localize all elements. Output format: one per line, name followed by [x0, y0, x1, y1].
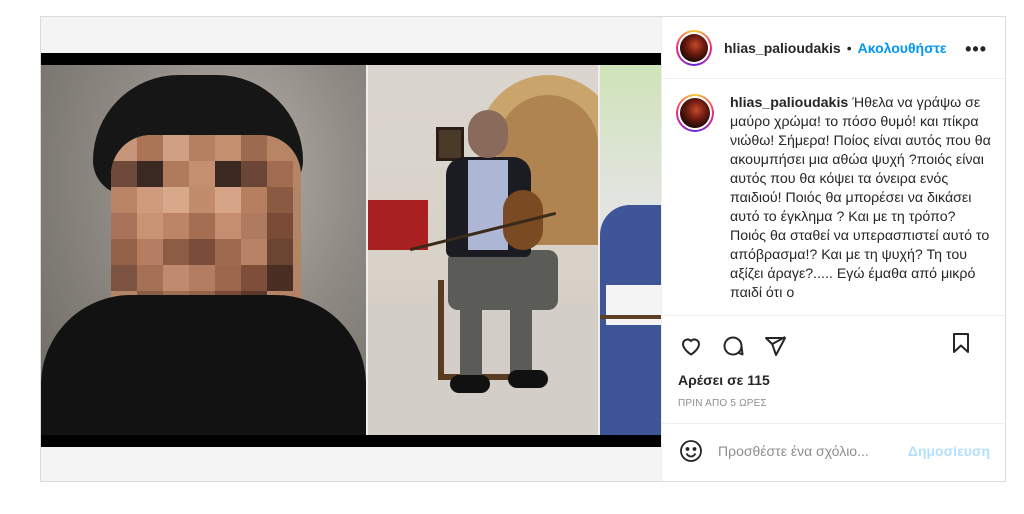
partial-photo-right — [600, 65, 661, 435]
caption-avatar[interactable] — [676, 94, 714, 132]
comment-bar: Δημοσίευση — [662, 423, 1006, 477]
instagram-post: hlias_palioudakis • Ακολουθήστε ••• hlia… — [40, 16, 1006, 482]
more-options-icon[interactable]: ••• — [965, 39, 987, 60]
emoji-icon[interactable] — [678, 438, 704, 464]
send-icon[interactable] — [762, 333, 788, 359]
separator-dot: • — [846, 39, 852, 56]
comment-input[interactable] — [718, 442, 908, 459]
caption-username[interactable]: hlias_palioudakis — [730, 95, 848, 111]
pixelated-portrait-photo — [41, 65, 366, 435]
caption-text: hlias_palioudakis Ήθελα να γράψω σε μαύρο… — [730, 94, 992, 315]
post-username[interactable]: hlias_palioudakis — [724, 40, 841, 56]
caption-area[interactable]: hlias_palioudakis Ήθελα να γράψω σε μαύρο… — [662, 80, 1006, 315]
post-timestamp[interactable]: ΠΡΙΝ ΑΠΟ 5 ΩΡΕΣ — [662, 388, 1006, 409]
likes-count[interactable]: Αρέσει σε 115 — [662, 364, 1006, 388]
publish-button[interactable]: Δημοσίευση — [908, 443, 990, 459]
follow-button[interactable]: Ακολουθήστε — [858, 40, 947, 56]
comment-icon[interactable] — [720, 333, 746, 359]
post-image-collage — [41, 53, 661, 447]
post-header: hlias_palioudakis • Ακολουθήστε ••• — [662, 17, 1005, 79]
post-actions: Αρέσει σε 115 ΠΡΙΝ ΑΠΟ 5 ΩΡΕΣ Δημοσίευση — [662, 315, 1006, 477]
bookmark-icon[interactable] — [948, 330, 974, 356]
lyra-player-photo — [368, 65, 598, 435]
heart-icon[interactable] — [678, 333, 704, 359]
post-sidebar: hlias_palioudakis • Ακολουθήστε ••• hlia… — [661, 17, 1006, 481]
caption-body: Ήθελα να γράψω σε μαύρο χρώμα! το πόσο θ… — [730, 95, 991, 301]
avatar[interactable] — [676, 29, 712, 66]
post-media[interactable] — [41, 17, 661, 481]
